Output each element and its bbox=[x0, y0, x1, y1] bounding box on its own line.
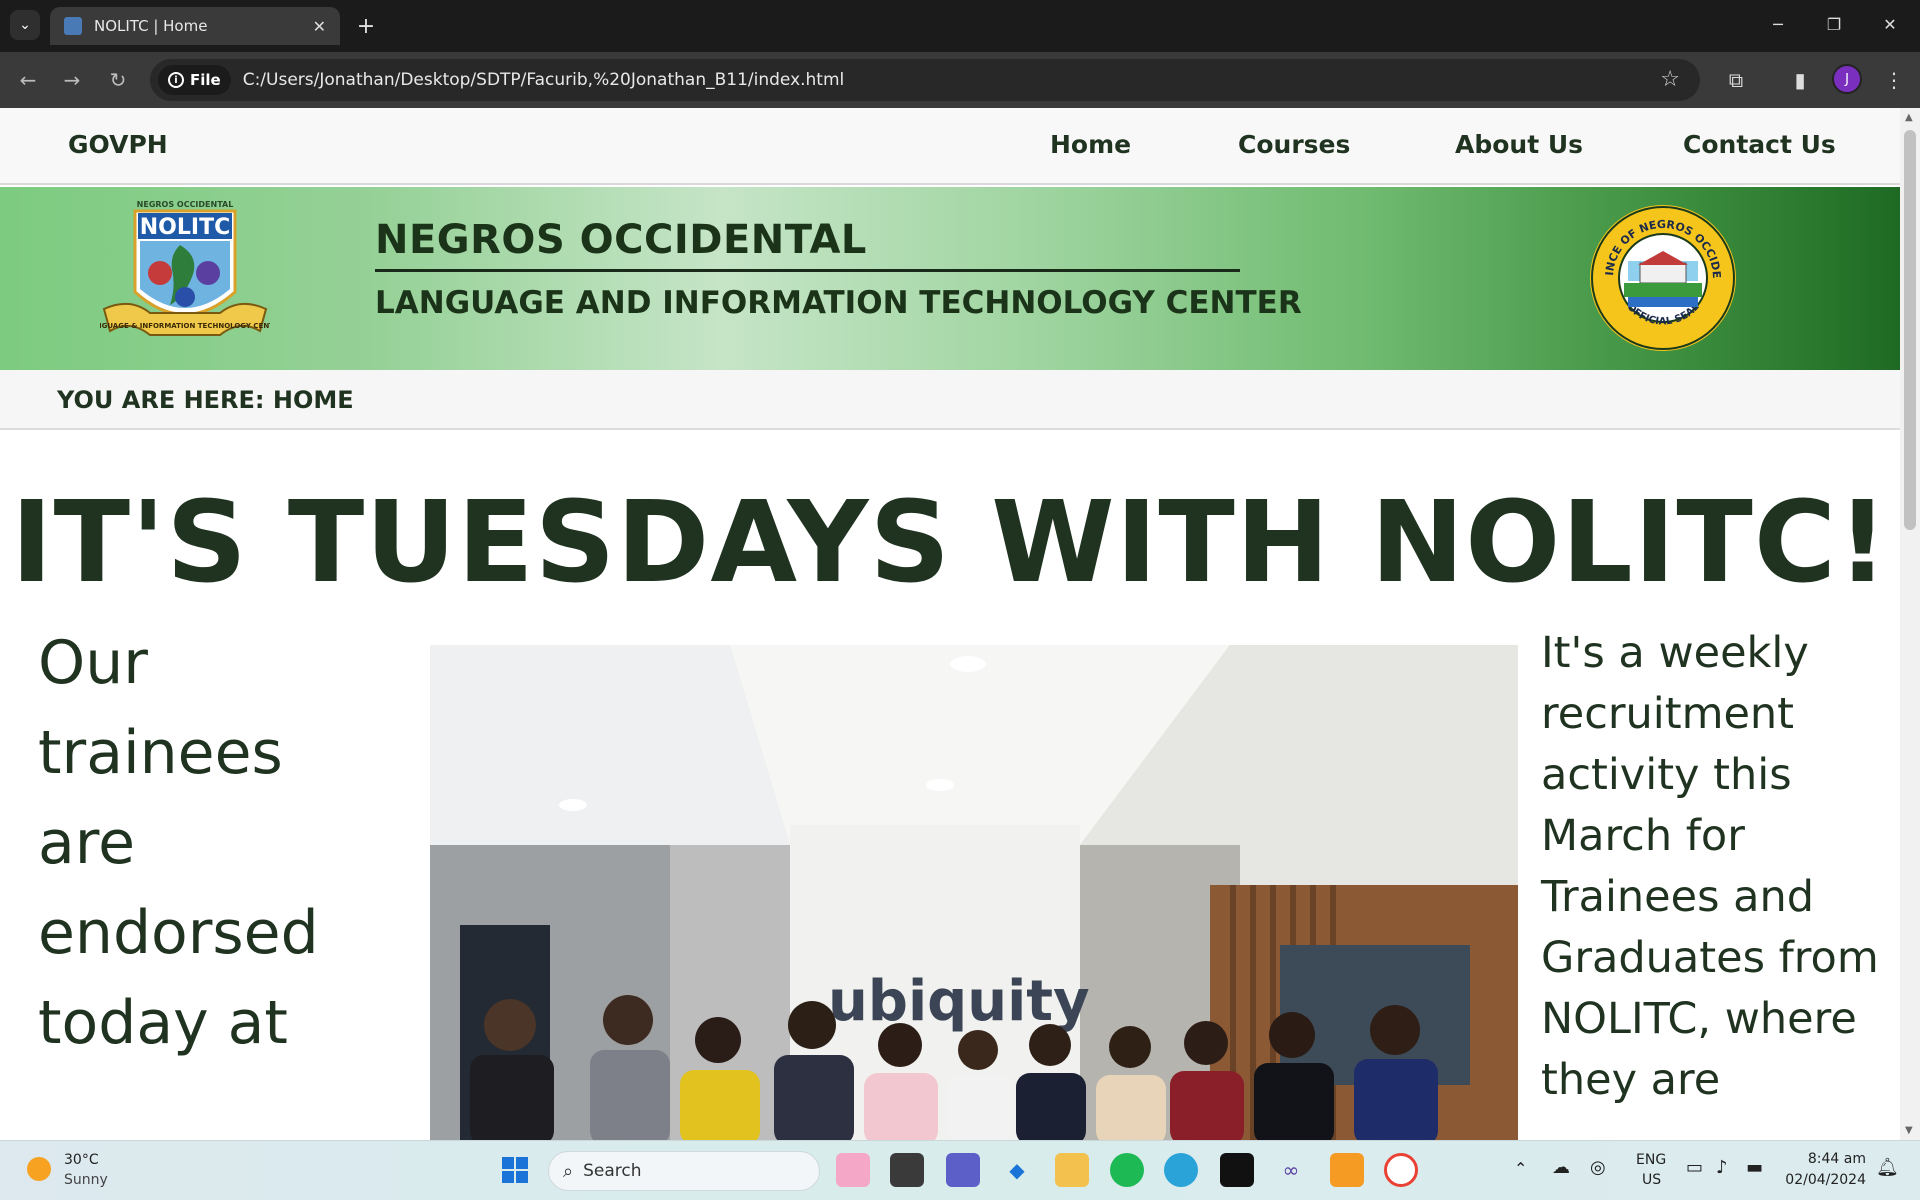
sun-weather-icon[interactable] bbox=[27, 1157, 51, 1181]
govph-link[interactable]: GOVPH bbox=[68, 130, 168, 159]
forward-icon[interactable]: → bbox=[58, 66, 86, 94]
language-top[interactable]: ENG bbox=[1636, 1152, 1666, 1168]
search-label: Search bbox=[583, 1161, 642, 1181]
scrollbar-thumb[interactable] bbox=[1904, 130, 1916, 530]
search-icon: ⌕ bbox=[563, 1160, 574, 1182]
banner-subtitle: LANGUAGE AND INFORMATION TECHNOLOGY CENT… bbox=[375, 285, 1302, 321]
banner-divider bbox=[375, 269, 1240, 272]
windows-taskbar: 30°C Sunny ⌕ Search ◆ ∞ ⌃ ☁ ◎ ENG US ▭ ♪… bbox=[0, 1140, 1920, 1200]
file-explorer-icon[interactable] bbox=[1055, 1153, 1089, 1187]
site-top-nav: GOVPH Home Courses About Us Contact Us bbox=[0, 108, 1900, 185]
infinity-app-icon[interactable]: ∞ bbox=[1274, 1153, 1308, 1187]
logo-wordmark: NOLITC bbox=[140, 215, 230, 240]
new-tab-button[interactable]: + bbox=[352, 12, 380, 40]
browser-tab-active[interactable]: NOLITC | Home ✕ bbox=[50, 7, 340, 45]
site-info-chip[interactable]: i File bbox=[158, 65, 231, 95]
tab-close-icon[interactable]: ✕ bbox=[313, 17, 326, 36]
group-photo: ubiquity bbox=[430, 645, 1518, 1140]
edge-icon[interactable] bbox=[1164, 1153, 1198, 1187]
network-icon[interactable]: ▭ bbox=[1686, 1157, 1703, 1178]
audio-app-icon[interactable] bbox=[1220, 1153, 1254, 1187]
tray-overflow-icon[interactable]: ⌃ bbox=[1514, 1159, 1527, 1178]
nav-link-about-us[interactable]: About Us bbox=[1455, 130, 1583, 159]
volume-icon[interactable]: ♪ bbox=[1716, 1157, 1728, 1178]
page-headline: IT'S TUESDAYS WITH NOLITC! bbox=[10, 478, 1890, 608]
restore-icon[interactable]: ❐ bbox=[1806, 0, 1862, 48]
battery-icon[interactable]: ▬ bbox=[1746, 1157, 1763, 1178]
scroll-down-icon[interactable]: ▼ bbox=[1905, 1125, 1913, 1136]
copilot-icon[interactable] bbox=[836, 1153, 870, 1187]
side-panel-icon[interactable]: ▮ bbox=[1786, 66, 1814, 94]
profile-avatar[interactable]: J bbox=[1832, 64, 1862, 94]
tab-title: NOLITC | Home bbox=[94, 17, 208, 35]
language-bottom[interactable]: US bbox=[1642, 1172, 1661, 1188]
left-text-column: Our trainees are endorsed today at bbox=[38, 628, 319, 1058]
bookmark-star-icon[interactable]: ☆ bbox=[1660, 67, 1680, 92]
minimize-icon[interactable]: ─ bbox=[1750, 0, 1806, 48]
menu-kebab-icon[interactable]: ⋮ bbox=[1880, 66, 1908, 94]
reload-icon[interactable]: ↻ bbox=[104, 66, 132, 94]
banner-title: NEGROS OCCIDENTAL bbox=[375, 217, 867, 263]
clock-time[interactable]: 8:44 am bbox=[1780, 1151, 1866, 1167]
spotify-icon[interactable] bbox=[1110, 1153, 1144, 1187]
file-chip-label: File bbox=[190, 71, 221, 89]
taskbar-search[interactable]: ⌕ Search bbox=[548, 1151, 820, 1191]
url-text[interactable]: C:/Users/Jonathan/Desktop/SDTP/Facurib,%… bbox=[243, 70, 845, 90]
nav-link-contact-us[interactable]: Contact Us bbox=[1683, 130, 1836, 159]
tab-search-dropdown-icon[interactable]: ⌄ bbox=[10, 10, 40, 40]
onedrive-icon[interactable]: ☁ bbox=[1552, 1157, 1570, 1178]
browser-tabbar: ⌄ NOLITC | Home ✕ + ─ ❐ ✕ bbox=[0, 0, 1920, 52]
notification-bell-icon[interactable]: 🔔︎ bbox=[1876, 1157, 1899, 1178]
address-bar[interactable]: i File C:/Users/Jonathan/Desktop/SDTP/Fa… bbox=[150, 59, 1700, 101]
province-seal: PROVINCE OF NEGROS OCCIDENTAL OFFICIAL S… bbox=[1588, 203, 1736, 351]
breadcrumb: YOU ARE HERE: HOME bbox=[0, 370, 1900, 430]
page-viewport: GOVPH Home Courses About Us Contact Us N… bbox=[0, 108, 1900, 1140]
page-scrollbar[interactable]: ▲ ▼ bbox=[1900, 108, 1920, 1140]
chrome-icon[interactable] bbox=[1384, 1153, 1418, 1187]
scroll-up-icon[interactable]: ▲ bbox=[1905, 112, 1913, 123]
vscode-icon[interactable]: ◆ bbox=[1000, 1153, 1034, 1187]
weather-condition[interactable]: Sunny bbox=[64, 1172, 108, 1188]
breadcrumb-text: YOU ARE HERE: HOME bbox=[57, 386, 354, 414]
extensions-icon[interactable]: ⧉ bbox=[1722, 66, 1750, 94]
logo-ribbon-text: LANGUAGE & INFORMATION TECHNOLOGY CENTER bbox=[100, 322, 270, 330]
favicon-icon bbox=[64, 17, 82, 35]
close-window-icon[interactable]: ✕ bbox=[1862, 0, 1918, 48]
browser-toolbar: ← → ↻ i File C:/Users/Jonathan/Desktop/S… bbox=[0, 52, 1920, 108]
clock-date[interactable]: 02/04/2024 bbox=[1784, 1172, 1866, 1188]
teams-icon[interactable] bbox=[946, 1153, 980, 1187]
weather-temperature[interactable]: 30°C bbox=[64, 1152, 99, 1168]
steam-icon[interactable]: ◎ bbox=[1590, 1157, 1606, 1178]
right-text-column: It's a weekly recruitment activity this … bbox=[1541, 628, 1879, 1105]
xampp-icon[interactable] bbox=[1330, 1153, 1364, 1187]
nav-link-courses[interactable]: Courses bbox=[1238, 130, 1350, 159]
nolitc-logo: NEGROS OCCIDENTAL NOLITC LANGUAGE & INFO… bbox=[100, 200, 270, 336]
nav-link-home[interactable]: Home bbox=[1050, 130, 1131, 159]
windows-start-icon[interactable] bbox=[498, 1153, 532, 1187]
logo-top-text: NEGROS OCCIDENTAL bbox=[137, 200, 234, 209]
task-view-icon[interactable] bbox=[890, 1153, 924, 1187]
site-banner: NEGROS OCCIDENTAL NOLITC LANGUAGE & INFO… bbox=[0, 187, 1900, 370]
info-icon: i bbox=[168, 72, 184, 88]
back-icon[interactable]: ← bbox=[14, 66, 42, 94]
